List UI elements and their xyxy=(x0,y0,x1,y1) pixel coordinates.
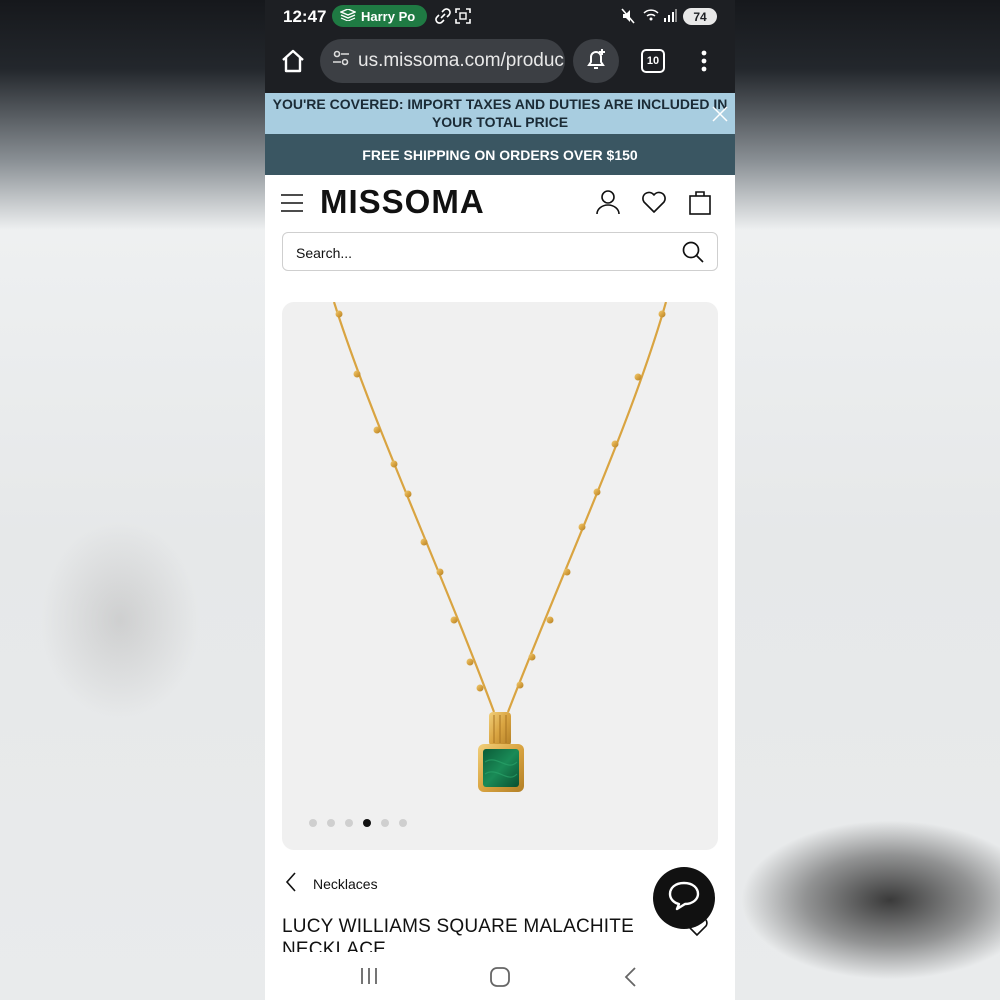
system-nav-bar xyxy=(265,952,735,1000)
hamburger-menu-icon[interactable] xyxy=(280,193,304,218)
audiobook-icon xyxy=(339,7,357,24)
link-icon xyxy=(435,8,451,29)
bag-icon[interactable] xyxy=(687,189,713,220)
carousel-dot[interactable] xyxy=(399,819,407,827)
chevron-left-icon xyxy=(285,872,297,895)
address-bar[interactable]: us.missoma.com/produc xyxy=(320,39,565,83)
url-text: us.missoma.com/produc xyxy=(358,50,564,71)
shipping-banner[interactable]: FREE SHIPPING ON ORDERS OVER $150 xyxy=(265,134,735,175)
background-shadow xyxy=(740,820,1000,980)
background-blur-spot xyxy=(40,520,200,720)
import-tax-banner: YOU'RE COVERED: IMPORT TAXES AND DUTIES … xyxy=(265,93,735,134)
search-box xyxy=(282,232,718,271)
carousel-dot[interactable] xyxy=(327,819,335,827)
carousel-dot[interactable] xyxy=(363,819,371,827)
shipping-text: FREE SHIPPING ON ORDERS OVER $150 xyxy=(362,146,638,163)
account-icon[interactable] xyxy=(595,189,621,220)
chat-button[interactable] xyxy=(653,867,715,929)
phone-screen: 12:47 Harry Po 74 us.missoma.com/produc … xyxy=(265,0,735,1000)
site-settings-icon[interactable] xyxy=(332,49,350,73)
browser-toolbar: us.missoma.com/produc 10 xyxy=(265,34,735,93)
carousel-dots xyxy=(309,819,407,827)
heart-icon[interactable] xyxy=(641,189,667,220)
more-menu-icon[interactable] xyxy=(699,48,709,79)
status-bar: 12:47 Harry Po 74 xyxy=(265,0,735,34)
signal-icon xyxy=(663,8,677,27)
media-label: Harry Po xyxy=(361,8,416,24)
home-icon[interactable] xyxy=(280,48,306,79)
carousel-dot[interactable] xyxy=(309,819,317,827)
clock: 12:47 xyxy=(283,7,327,26)
screenshot-icon xyxy=(455,8,471,29)
recents-icon[interactable] xyxy=(359,966,379,991)
site-logo[interactable]: MISSOMA xyxy=(320,183,485,221)
tab-count: 10 xyxy=(646,55,660,67)
chat-bubble-icon xyxy=(667,880,701,917)
import-tax-text: YOU'RE COVERED: IMPORT TAXES AND DUTIES … xyxy=(272,96,728,130)
site-header: MISSOMA xyxy=(265,175,735,230)
battery-icon: 74 xyxy=(683,8,717,25)
carousel-dot[interactable] xyxy=(345,819,353,827)
carousel-dot[interactable] xyxy=(381,819,389,827)
add-notification-button[interactable] xyxy=(573,39,619,83)
home-circle-icon[interactable] xyxy=(489,966,511,993)
add-notification-icon xyxy=(584,47,608,76)
breadcrumb-label: Necklaces xyxy=(313,875,378,892)
tabs-button[interactable]: 10 xyxy=(641,49,665,73)
mute-icon xyxy=(621,8,635,29)
necklace-illustration xyxy=(332,302,668,792)
product-image[interactable] xyxy=(282,302,718,850)
search-icon[interactable] xyxy=(681,240,705,269)
battery-level: 74 xyxy=(693,9,707,24)
media-chip[interactable]: Harry Po xyxy=(332,5,427,27)
close-icon[interactable] xyxy=(711,105,729,127)
search-input[interactable] xyxy=(294,241,658,265)
wifi-icon xyxy=(643,8,659,27)
back-icon[interactable] xyxy=(623,966,637,993)
breadcrumb[interactable]: Necklaces xyxy=(285,872,378,895)
